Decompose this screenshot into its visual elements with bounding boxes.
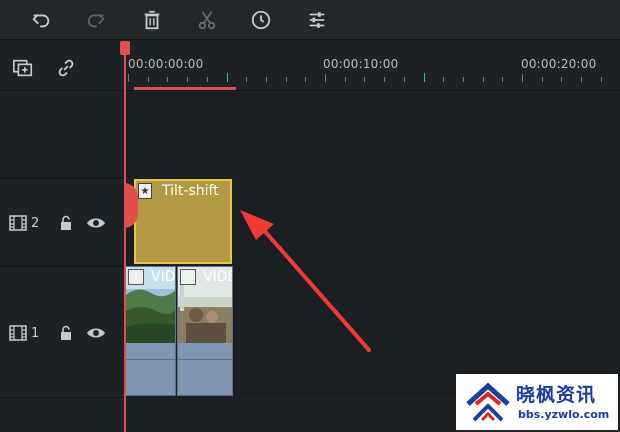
lock-icon[interactable] [58,215,74,231]
video-clip[interactable]: VIDEO [177,266,233,396]
video-clip[interactable]: VIDEO [125,266,176,396]
cut-button[interactable] [193,6,221,34]
delete-button[interactable] [138,6,166,34]
playhead-handle[interactable] [120,41,130,55]
audio-waveform-area [178,345,232,395]
video-clip-icon [128,269,144,285]
ruler-tick [344,77,346,82]
playhead-line[interactable] [124,41,126,432]
eye-icon[interactable] [86,215,106,231]
toolbar [0,0,620,40]
work-area-bar[interactable] [134,87,236,90]
redo-icon [87,13,105,28]
effect-clip[interactable]: ★ Tilt-shift [134,179,232,264]
ruler-tick [147,77,149,82]
effect-star-icon: ★ [138,183,152,199]
ruler-tick [502,77,504,82]
watermark: 晓枫资讯 bbs.yzwlo.com [456,374,618,430]
ruler-tick [600,77,602,82]
add-track-icon [13,59,33,77]
undo-icon [32,13,50,28]
ruler-tick [167,77,169,82]
watermark-title: 晓枫资讯 [516,384,597,406]
undo-button[interactable] [27,6,55,34]
ruler-tick [128,74,129,82]
ruler-tick [423,73,425,82]
duration-button[interactable] [247,6,275,34]
audio-waveform-area [126,345,175,395]
adjust-button[interactable] [303,6,331,34]
ruler-tick [482,77,484,82]
ruler-tick [187,77,189,82]
timecode-20: 00:00:20:00 [521,57,597,71]
ruler-tick [522,74,523,82]
timeline-editor: 00:00:00:00 00:00:10:00 00:00:20:00 2 1 … [0,0,620,432]
link-icon [58,59,74,77]
ruler-tick [443,77,445,82]
video-clip-label: VIDEO [151,269,176,285]
ruler-tick [403,77,405,82]
timecode-0: 00:00:00:00 [128,57,204,71]
ruler-tick [285,77,287,82]
ruler-tick [462,77,464,82]
lock-icon[interactable] [58,325,74,341]
eye-icon[interactable] [86,325,106,341]
ruler-tick [541,77,543,82]
ruler-tick [384,77,386,82]
link-button[interactable] [53,55,79,81]
ruler-tick [561,77,563,82]
timeline-ruler[interactable]: 00:00:00:00 00:00:10:00 00:00:20:00 [124,41,620,91]
track-number: 2 [31,216,40,231]
video-clip-label: VIDEO [203,269,232,285]
add-track-button[interactable] [10,55,36,81]
timecode-10: 00:00:10:00 [323,57,399,71]
redo-button[interactable] [82,6,110,34]
ruler-tick [226,73,228,82]
track-2: 2 [0,178,620,266]
cut-icon [198,11,216,30]
ruler-tick [246,77,248,82]
adjust-icon [309,12,325,28]
track-1-header: 1 [0,266,124,398]
video-clip-icon [180,269,196,285]
ruler-tick [206,77,208,82]
empty-track-area [0,92,620,178]
track-header-controls [0,41,124,91]
ruler-tick [265,77,267,82]
watermark-url: bbs.yzwlo.com [518,408,610,421]
empty-track-header [0,92,124,178]
film-track-icon [9,215,27,231]
watermark-logo-icon [466,382,510,422]
effect-clip-label: Tilt-shift [162,183,219,199]
ruler-tick [364,77,366,82]
film-track-icon [9,325,27,341]
ruler-tick [305,77,307,82]
track-number: 1 [31,326,40,341]
ruler-tick [325,74,326,82]
split-marker[interactable] [124,183,138,228]
duration-icon [251,10,271,30]
ruler-tick [581,77,583,82]
delete-icon [144,10,160,30]
track-2-header: 2 [0,178,124,266]
